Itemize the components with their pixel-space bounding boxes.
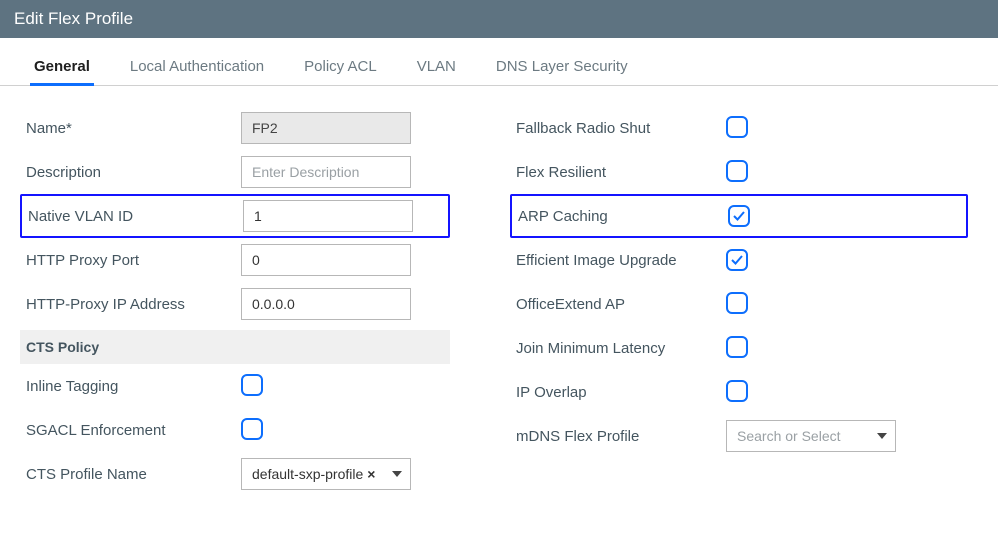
officeextend-label: OfficeExtend AP xyxy=(516,296,726,313)
description-input[interactable] xyxy=(241,156,411,188)
row-ip-overlap: IP Overlap xyxy=(510,370,968,414)
ip-overlap-checkbox[interactable] xyxy=(726,380,748,402)
tab-local-authentication[interactable]: Local Authentication xyxy=(126,52,268,85)
cts-profile-label: CTS Profile Name xyxy=(26,466,241,483)
mdns-label: mDNS Flex Profile xyxy=(516,428,726,445)
join-min-latency-checkbox[interactable] xyxy=(726,336,748,358)
row-mdns-flex-profile: mDNS Flex Profile Search or Select xyxy=(510,414,968,458)
http-proxy-port-label: HTTP Proxy Port xyxy=(26,252,241,269)
dialog-title: Edit Flex Profile xyxy=(0,0,998,38)
row-description: Description xyxy=(20,150,450,194)
officeextend-checkbox[interactable] xyxy=(726,292,748,314)
chevron-down-icon xyxy=(392,471,402,477)
efficient-upgrade-checkbox[interactable] xyxy=(726,249,748,271)
inline-tagging-label: Inline Tagging xyxy=(26,378,241,395)
row-cts-profile-name: CTS Profile Name default-sxp-profile × xyxy=(20,452,450,496)
row-http-proxy-ip: HTTP-Proxy IP Address xyxy=(20,282,450,326)
left-column: Name* Description Native VLAN ID HTTP Pr… xyxy=(20,106,450,496)
right-column: Fallback Radio Shut Flex Resilient ARP C… xyxy=(510,106,968,496)
row-http-proxy-port: HTTP Proxy Port xyxy=(20,238,450,282)
sgacl-label: SGACL Enforcement xyxy=(26,422,241,439)
http-proxy-port-input[interactable] xyxy=(241,244,411,276)
cts-policy-header: CTS Policy xyxy=(20,330,450,364)
cts-profile-select[interactable]: default-sxp-profile × xyxy=(241,458,411,490)
http-proxy-ip-label: HTTP-Proxy IP Address xyxy=(26,296,241,313)
join-min-latency-label: Join Minimum Latency xyxy=(516,340,726,357)
name-input[interactable] xyxy=(241,112,411,144)
row-inline-tagging: Inline Tagging xyxy=(20,364,450,408)
clear-icon[interactable]: × xyxy=(367,466,375,482)
row-efficient-image-upgrade: Efficient Image Upgrade xyxy=(510,238,968,282)
tab-vlan[interactable]: VLAN xyxy=(413,52,460,85)
row-fallback-radio-shut: Fallback Radio Shut xyxy=(510,106,968,150)
row-join-minimum-latency: Join Minimum Latency xyxy=(510,326,968,370)
row-officeextend-ap: OfficeExtend AP xyxy=(510,282,968,326)
row-flex-resilient: Flex Resilient xyxy=(510,150,968,194)
sgacl-checkbox[interactable] xyxy=(241,418,263,440)
tab-bar: General Local Authentication Policy ACL … xyxy=(0,38,998,86)
flex-resilient-checkbox[interactable] xyxy=(726,160,748,182)
http-proxy-ip-input[interactable] xyxy=(241,288,411,320)
cts-profile-value: default-sxp-profile xyxy=(252,466,363,482)
row-arp-caching: ARP Caching xyxy=(510,194,968,238)
ip-overlap-label: IP Overlap xyxy=(516,384,726,401)
row-sgacl-enforcement: SGACL Enforcement xyxy=(20,408,450,452)
mdns-select[interactable]: Search or Select xyxy=(726,420,896,452)
description-label: Description xyxy=(26,164,241,181)
tab-general[interactable]: General xyxy=(30,52,94,85)
row-name: Name* xyxy=(20,106,450,150)
fallback-label: Fallback Radio Shut xyxy=(516,120,726,137)
native-vlan-input[interactable] xyxy=(243,200,413,232)
tab-policy-acl[interactable]: Policy ACL xyxy=(300,52,381,85)
name-label: Name* xyxy=(26,120,241,137)
chevron-down-icon xyxy=(877,433,887,439)
tab-dns-layer-security[interactable]: DNS Layer Security xyxy=(492,52,632,85)
arp-caching-checkbox[interactable] xyxy=(728,205,750,227)
efficient-upgrade-label: Efficient Image Upgrade xyxy=(516,252,726,269)
arp-caching-label: ARP Caching xyxy=(518,208,728,225)
native-vlan-label: Native VLAN ID xyxy=(28,208,243,225)
title-text: Edit Flex Profile xyxy=(14,9,133,29)
flex-resilient-label: Flex Resilient xyxy=(516,164,726,181)
row-native-vlan-id: Native VLAN ID xyxy=(20,194,450,238)
inline-tagging-checkbox[interactable] xyxy=(241,374,263,396)
fallback-checkbox[interactable] xyxy=(726,116,748,138)
mdns-placeholder: Search or Select xyxy=(737,428,841,444)
